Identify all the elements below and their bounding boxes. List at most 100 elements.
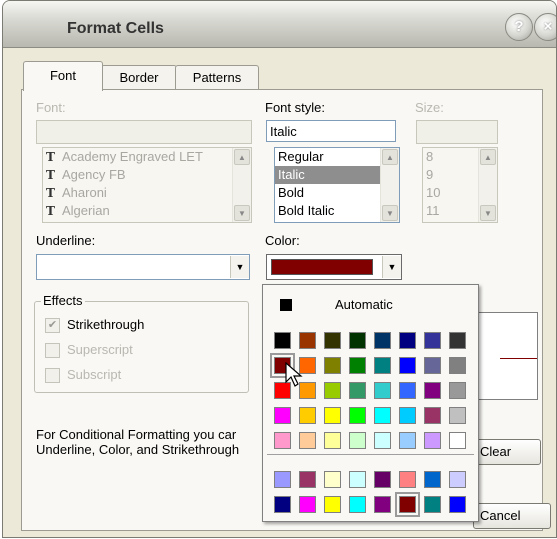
list-item[interactable]: T Algerian xyxy=(43,202,251,220)
color-swatch[interactable] xyxy=(449,382,466,399)
color-swatch[interactable] xyxy=(299,496,316,513)
color-swatch[interactable] xyxy=(399,432,416,449)
color-swatch[interactable] xyxy=(324,332,341,349)
color-swatch[interactable] xyxy=(349,432,366,449)
color-swatch[interactable] xyxy=(324,382,341,399)
list-item[interactable]: T Academy Engraved LET xyxy=(43,148,251,166)
mouse-pointer-icon xyxy=(285,362,303,387)
scroll-down-icon[interactable]: ▼ xyxy=(234,205,250,221)
color-dropdown[interactable]: ▼ xyxy=(266,254,402,280)
font-style-scrollbar[interactable]: ▲ ▼ xyxy=(380,148,399,222)
color-swatch[interactable] xyxy=(349,496,366,513)
truetype-icon: T xyxy=(46,150,55,164)
color-swatch[interactable] xyxy=(324,407,341,424)
color-swatch[interactable] xyxy=(374,432,391,449)
color-swatch[interactable] xyxy=(274,471,291,488)
color-swatch[interactable] xyxy=(399,357,416,374)
color-swatch[interactable] xyxy=(274,432,291,449)
color-swatch[interactable] xyxy=(349,471,366,488)
color-swatch[interactable] xyxy=(449,332,466,349)
color-swatch[interactable] xyxy=(299,332,316,349)
size-list[interactable]: 8 9 10 11 ▲ ▼ xyxy=(422,147,498,223)
font-style-list[interactable]: Regular Italic Bold Bold Italic ▲ ▼ xyxy=(274,147,400,223)
help-icon: ? xyxy=(514,18,524,35)
color-swatch[interactable] xyxy=(374,357,391,374)
size-scrollbar[interactable]: ▲ ▼ xyxy=(478,148,497,222)
font-list-scrollbar[interactable]: ▲ ▼ xyxy=(232,148,251,222)
font-list[interactable]: T Academy Engraved LET T Agency FB T Aharon… xyxy=(42,147,252,223)
color-swatch[interactable] xyxy=(324,357,341,374)
effects-group: Effects ✔ Strikethrough Superscript Subs… xyxy=(34,293,249,393)
scroll-down-icon[interactable]: ▼ xyxy=(480,205,496,221)
font-label: Font: xyxy=(36,100,66,115)
color-swatch[interactable] xyxy=(424,496,441,513)
color-swatch[interactable] xyxy=(324,471,341,488)
color-swatch[interactable] xyxy=(399,382,416,399)
color-swatch[interactable] xyxy=(399,332,416,349)
color-swatch[interactable] xyxy=(395,492,420,517)
help-button[interactable]: ? xyxy=(505,13,533,41)
tab-patterns[interactable]: Patterns xyxy=(175,65,259,90)
subscript-checkbox[interactable] xyxy=(45,368,60,383)
title-bar[interactable]: Format Cells ? × xyxy=(3,1,556,48)
color-swatch[interactable] xyxy=(274,332,291,349)
chevron-down-icon[interactable]: ▼ xyxy=(382,256,401,278)
color-swatch[interactable] xyxy=(349,407,366,424)
color-swatch[interactable] xyxy=(449,471,466,488)
color-swatch[interactable] xyxy=(324,432,341,449)
clear-button[interactable]: Clear xyxy=(473,439,541,465)
tab-font[interactable]: Font xyxy=(23,61,103,91)
color-swatch[interactable] xyxy=(349,382,366,399)
chevron-down-icon[interactable]: ▼ xyxy=(230,256,249,278)
color-palette-popup: Automatic xyxy=(262,284,479,522)
conditional-formatting-note: For Conditional Formatting you car Under… xyxy=(36,427,240,457)
automatic-color-swatch[interactable] xyxy=(280,299,292,311)
list-item[interactable]: T Agency FB xyxy=(43,166,251,184)
color-swatch[interactable] xyxy=(299,432,316,449)
effects-legend: Effects xyxy=(41,293,85,308)
font-style-input[interactable]: Italic xyxy=(266,120,396,142)
font-input[interactable] xyxy=(36,120,252,144)
scroll-up-icon[interactable]: ▲ xyxy=(382,149,398,165)
color-swatch[interactable] xyxy=(449,407,466,424)
color-swatch[interactable] xyxy=(324,496,341,513)
strikethrough-checkbox[interactable]: ✔ xyxy=(45,318,60,333)
close-icon: × xyxy=(543,18,553,35)
color-swatch[interactable] xyxy=(399,407,416,424)
color-swatch[interactable] xyxy=(424,471,441,488)
superscript-checkbox[interactable] xyxy=(45,343,60,358)
tab-border[interactable]: Border xyxy=(101,65,177,90)
close-button[interactable]: × xyxy=(534,13,556,41)
color-swatch[interactable] xyxy=(424,357,441,374)
chart-color-grid xyxy=(274,471,466,517)
underline-dropdown[interactable]: ▼ xyxy=(36,254,250,280)
color-swatch[interactable] xyxy=(424,382,441,399)
color-swatch[interactable] xyxy=(449,357,466,374)
color-swatch[interactable] xyxy=(424,332,441,349)
automatic-option[interactable]: Automatic xyxy=(335,297,393,312)
color-swatch[interactable] xyxy=(374,407,391,424)
scroll-up-icon[interactable]: ▲ xyxy=(480,149,496,165)
size-label: Size: xyxy=(415,100,444,115)
color-swatch[interactable] xyxy=(374,382,391,399)
list-item[interactable]: T Aharoni xyxy=(43,184,251,202)
size-input[interactable] xyxy=(416,120,498,144)
subscript-label: Subscript xyxy=(67,367,122,382)
color-swatch[interactable] xyxy=(374,332,391,349)
color-swatch[interactable] xyxy=(424,432,441,449)
color-swatch[interactable] xyxy=(424,407,441,424)
color-swatch[interactable] xyxy=(449,432,466,449)
color-swatch[interactable] xyxy=(349,357,366,374)
color-swatch[interactable] xyxy=(449,496,466,513)
scroll-up-icon[interactable]: ▲ xyxy=(234,149,250,165)
color-swatch[interactable] xyxy=(349,332,366,349)
color-swatch[interactable] xyxy=(374,471,391,488)
color-swatch[interactable] xyxy=(374,496,391,513)
color-swatch[interactable] xyxy=(299,407,316,424)
cancel-button[interactable]: Cancel xyxy=(473,503,551,529)
color-swatch[interactable] xyxy=(274,496,291,513)
scroll-down-icon[interactable]: ▼ xyxy=(382,205,398,221)
color-swatch[interactable] xyxy=(399,471,416,488)
color-swatch[interactable] xyxy=(299,471,316,488)
color-swatch[interactable] xyxy=(274,407,291,424)
